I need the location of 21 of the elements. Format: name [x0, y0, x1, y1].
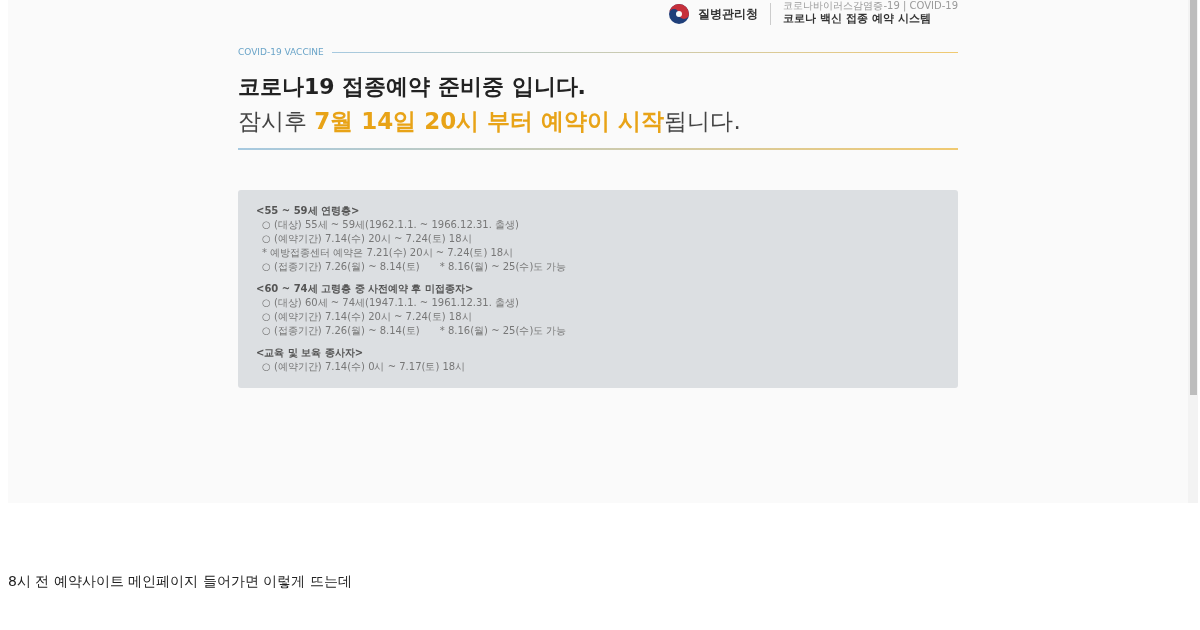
system-name: 코로나 백신 접종 예약 시스템 [783, 12, 932, 28]
notice-note: * 8.16(월) ~ 25(수)도 가능 [439, 323, 567, 338]
notice-heading: <60 ~ 74세 고령층 중 사전예약 후 미접종자> [256, 281, 474, 296]
notice-note: * 8.16(월) ~ 25(수)도 가능 [439, 259, 567, 274]
emblem-icon [668, 3, 691, 25]
notice-line: ○ (접종기간) 7.26(월) ~ 8.14(토) [262, 323, 420, 338]
page-subtitle: 잠시후 7월 14일 20시 부터 예약이 시작됩니다. [238, 106, 742, 136]
page-title: 코로나19 접종예약 준비중 입니다. [238, 72, 587, 101]
notice-line: * 예방접종센터 예약은 7.21(수) 20시 ~ 7.24(토) 18시 [262, 245, 514, 260]
site-subtitle: 코로나바이러스감염증-19 | COVID-19 [783, 0, 958, 12]
notice-heading: <55 ~ 59세 연령층> [256, 203, 360, 218]
notice-line: ○ (대상) 55세 ~ 59세(1962.1.1. ~ 1966.12.31. 출생) [262, 217, 519, 232]
eyebrow-label: COVID-19 VACCINE [238, 46, 324, 59]
notice-line: ○ (예약기간) 7.14(수) 0시 ~ 7.17(토) 18시 [262, 359, 466, 374]
notice-line: ○ (대상) 60세 ~ 74세(1947.1.1. ~ 1961.12.31. 출생) [262, 295, 519, 310]
notice-line: ○ (예약기간) 7.14(수) 20시 ~ 7.24(토) 18시 [262, 231, 472, 246]
agency-name: 질병관리청 [698, 6, 759, 23]
notice-line: ○ (접종기간) 7.26(월) ~ 8.14(토) [262, 259, 420, 274]
notice-heading: <교육 및 보육 종사자> [256, 345, 364, 360]
notice-line: ○ (예약기간) 7.14(수) 20시 ~ 7.24(토) 18시 [262, 309, 472, 324]
caption-text: 8시 전 예약사이트 메인페이지 들어가면 이렇게 뜨는데 [8, 572, 353, 591]
